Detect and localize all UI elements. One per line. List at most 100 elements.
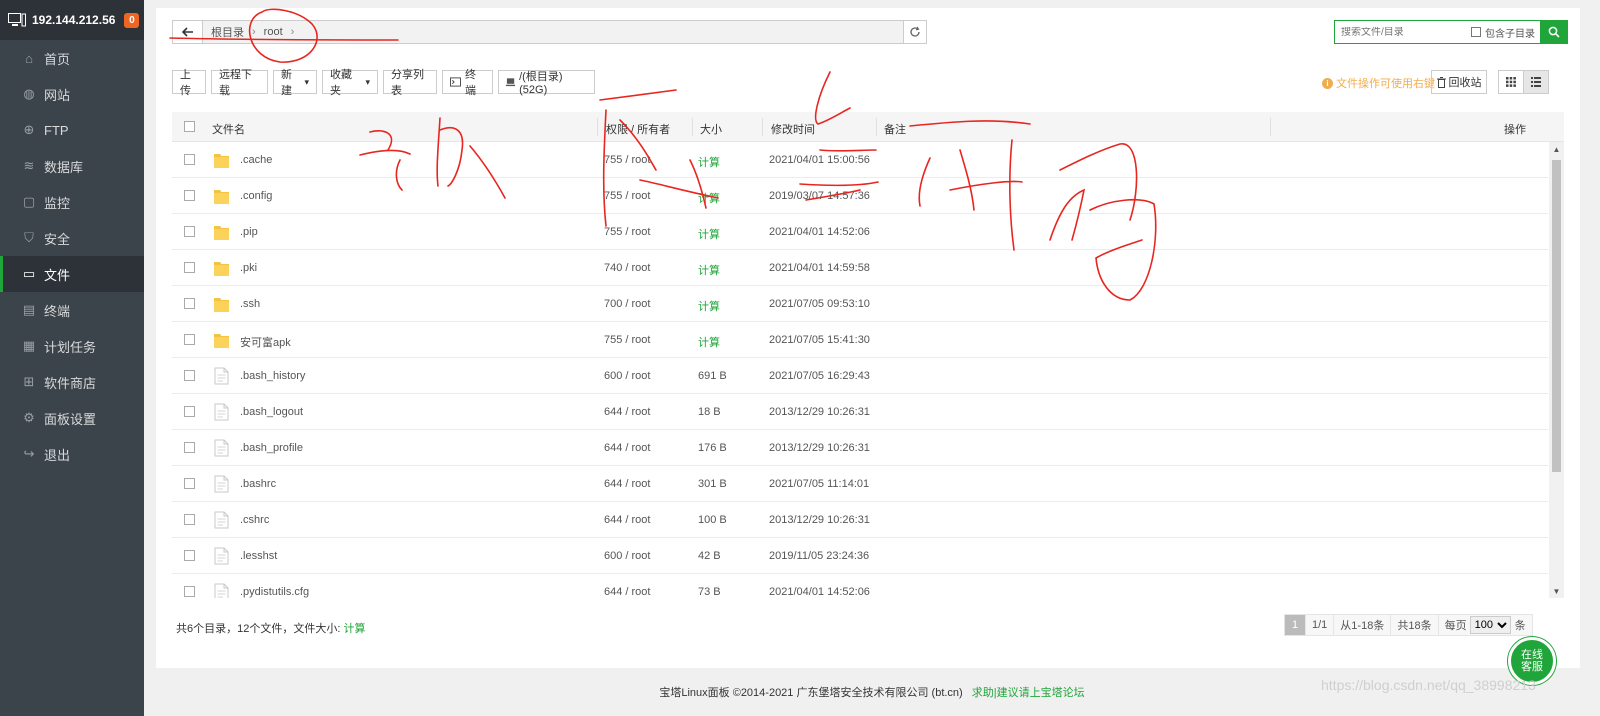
- row-checkbox[interactable]: [184, 226, 195, 237]
- file-name[interactable]: .cache: [240, 154, 272, 166]
- page-current[interactable]: 1: [1284, 614, 1306, 636]
- notification-badge[interactable]: 0: [124, 12, 140, 28]
- file-name[interactable]: .bash_history: [240, 370, 305, 382]
- share-list-button[interactable]: 分享列表: [383, 69, 437, 97]
- file-name[interactable]: .cshrc: [240, 514, 269, 526]
- row-checkbox[interactable]: [184, 442, 195, 453]
- select-all-checkbox[interactable]: [184, 121, 195, 132]
- table-row[interactable]: 安可富apk 755 / root 计算 2021/07/05 15:41:30: [172, 322, 1548, 358]
- row-checkbox[interactable]: [184, 586, 195, 597]
- file-name[interactable]: .lesshst: [240, 550, 277, 562]
- col-mtime[interactable]: 修改时间: [771, 121, 815, 137]
- scroll-thumb[interactable]: [1552, 160, 1561, 472]
- sidebar-item-8[interactable]: ▦ 计划任务: [0, 328, 144, 364]
- file-perm[interactable]: 600 / root: [604, 370, 650, 382]
- scroll-up-icon[interactable]: ▲: [1549, 142, 1564, 156]
- scroll-down-icon[interactable]: ▼: [1549, 584, 1564, 598]
- new-button[interactable]: 新建 ▾: [273, 69, 317, 97]
- file-size[interactable]: 计算: [698, 190, 720, 206]
- row-checkbox[interactable]: [184, 406, 195, 417]
- sidebar-item-1[interactable]: ◍ 网站: [0, 76, 144, 112]
- sidebar-item-6[interactable]: ▭ 文件: [0, 256, 144, 292]
- table-row[interactable]: .cshrc 644 / root 100 B 2013/12/29 10:26:31: [172, 502, 1548, 538]
- table-row[interactable]: .bash_history 600 / root 691 B 2021/07/05 1…: [172, 358, 1548, 394]
- file-perm[interactable]: 644 / root: [604, 478, 650, 490]
- row-checkbox[interactable]: [184, 262, 195, 273]
- file-name[interactable]: .pydistutils.cfg: [240, 586, 309, 598]
- file-perm[interactable]: 600 / root: [604, 550, 650, 562]
- sidebar-item-2[interactable]: ⊕ FTP: [0, 112, 144, 148]
- sidebar-item-0[interactable]: ⌂ 首页: [0, 40, 144, 76]
- path-bar[interactable]: 根目录 › root ›: [172, 20, 904, 44]
- table-row[interactable]: .pip 755 / root 计算 2021/04/01 14:52:06: [172, 214, 1548, 250]
- back-button[interactable]: [173, 21, 203, 43]
- row-checkbox[interactable]: [184, 154, 195, 165]
- include-subdir-checkbox[interactable]: [1471, 27, 1481, 37]
- row-checkbox[interactable]: [184, 478, 195, 489]
- row-checkbox[interactable]: [184, 334, 195, 345]
- favorites-button[interactable]: 收藏夹 ▾: [322, 69, 378, 97]
- file-perm[interactable]: 755 / root: [604, 334, 650, 346]
- file-perm[interactable]: 755 / root: [604, 190, 650, 202]
- file-name[interactable]: .bash_logout: [240, 406, 303, 418]
- row-checkbox[interactable]: [184, 370, 195, 381]
- file-perm[interactable]: 740 / root: [604, 262, 650, 274]
- search-button[interactable]: [1540, 20, 1568, 44]
- file-name[interactable]: .pki: [240, 262, 257, 274]
- grid-view-button[interactable]: [1498, 70, 1524, 94]
- file-perm[interactable]: 700 / root: [604, 298, 650, 310]
- table-row[interactable]: .ssh 700 / root 计算 2021/07/05 09:53:10: [172, 286, 1548, 322]
- sidebar-item-4[interactable]: ▢ 监控: [0, 184, 144, 220]
- list-view-button[interactable]: [1523, 70, 1549, 94]
- file-perm[interactable]: 755 / root: [604, 154, 650, 166]
- file-size[interactable]: 计算: [698, 298, 720, 314]
- per-page-select[interactable]: 100: [1469, 616, 1511, 634]
- sidebar-item-3[interactable]: ≋ 数据库: [0, 148, 144, 184]
- file-name[interactable]: .bash_profile: [240, 442, 303, 454]
- breadcrumb-root[interactable]: 根目录: [203, 24, 244, 40]
- file-name[interactable]: .ssh: [240, 298, 260, 310]
- table-row[interactable]: .pydistutils.cfg 644 / root 73 B 2021/04/01…: [172, 574, 1548, 598]
- file-size[interactable]: 计算: [698, 334, 720, 350]
- file-name[interactable]: .bashrc: [240, 478, 276, 490]
- row-checkbox[interactable]: [184, 550, 195, 561]
- row-checkbox[interactable]: [184, 298, 195, 309]
- table-row[interactable]: .bash_profile 644 / root 176 B 2013/12/29 1…: [172, 430, 1548, 466]
- table-row[interactable]: .lesshst 600 / root 42 B 2019/11/05 23:24:3…: [172, 538, 1548, 574]
- sidebar-item-5[interactable]: ⛉ 安全: [0, 220, 144, 256]
- disk-button[interactable]: /(根目录) (52G): [498, 70, 595, 96]
- sidebar-item-9[interactable]: ⊞ 软件商店: [0, 364, 144, 400]
- upload-button[interactable]: 上传: [172, 69, 206, 97]
- col-perm[interactable]: 权限 / 所有者: [606, 121, 670, 137]
- terminal-button[interactable]: 终端: [442, 69, 493, 97]
- recycle-bin-button[interactable]: 回收站: [1431, 70, 1487, 94]
- summary-calc-link[interactable]: 计算: [343, 623, 365, 635]
- sidebar-item-7[interactable]: ▤ 终端: [0, 292, 144, 328]
- sidebar-item-10[interactable]: ⚙ 面板设置: [0, 400, 144, 436]
- file-size[interactable]: 计算: [698, 154, 720, 170]
- table-row[interactable]: .config 755 / root 计算 2019/03/07 14:57:36: [172, 178, 1548, 214]
- file-name[interactable]: .config: [240, 190, 272, 202]
- col-name[interactable]: 文件名: [212, 121, 245, 137]
- file-perm[interactable]: 644 / root: [604, 514, 650, 526]
- scrollbar[interactable]: ▲ ▼: [1549, 142, 1564, 598]
- remote-download-button[interactable]: 远程下载: [211, 69, 268, 97]
- refresh-button[interactable]: [903, 20, 927, 44]
- file-perm[interactable]: 755 / root: [604, 226, 650, 238]
- file-perm[interactable]: 644 / root: [604, 442, 650, 454]
- sidebar-item-11[interactable]: ↪ 退出: [0, 436, 144, 472]
- file-perm[interactable]: 644 / root: [604, 586, 650, 598]
- footer-forum-link[interactable]: 求助|建议请上宝塔论坛: [972, 687, 1085, 699]
- file-perm[interactable]: 644 / root: [604, 406, 650, 418]
- row-checkbox[interactable]: [184, 190, 195, 201]
- col-size[interactable]: 大小: [700, 121, 722, 137]
- table-row[interactable]: .cache 755 / root 计算 2021/04/01 15:00:56: [172, 142, 1548, 178]
- file-size[interactable]: 计算: [698, 226, 720, 242]
- file-name[interactable]: 安可富apk: [240, 334, 291, 350]
- row-checkbox[interactable]: [184, 514, 195, 525]
- file-size[interactable]: 计算: [698, 262, 720, 278]
- table-row[interactable]: .bash_logout 644 / root 18 B 2013/12/29 10:…: [172, 394, 1548, 430]
- table-row[interactable]: .pki 740 / root 计算 2021/04/01 14:59:58: [172, 250, 1548, 286]
- table-row[interactable]: .bashrc 644 / root 301 B 2021/07/05 11:14:0…: [172, 466, 1548, 502]
- col-remark[interactable]: 备注: [884, 121, 906, 137]
